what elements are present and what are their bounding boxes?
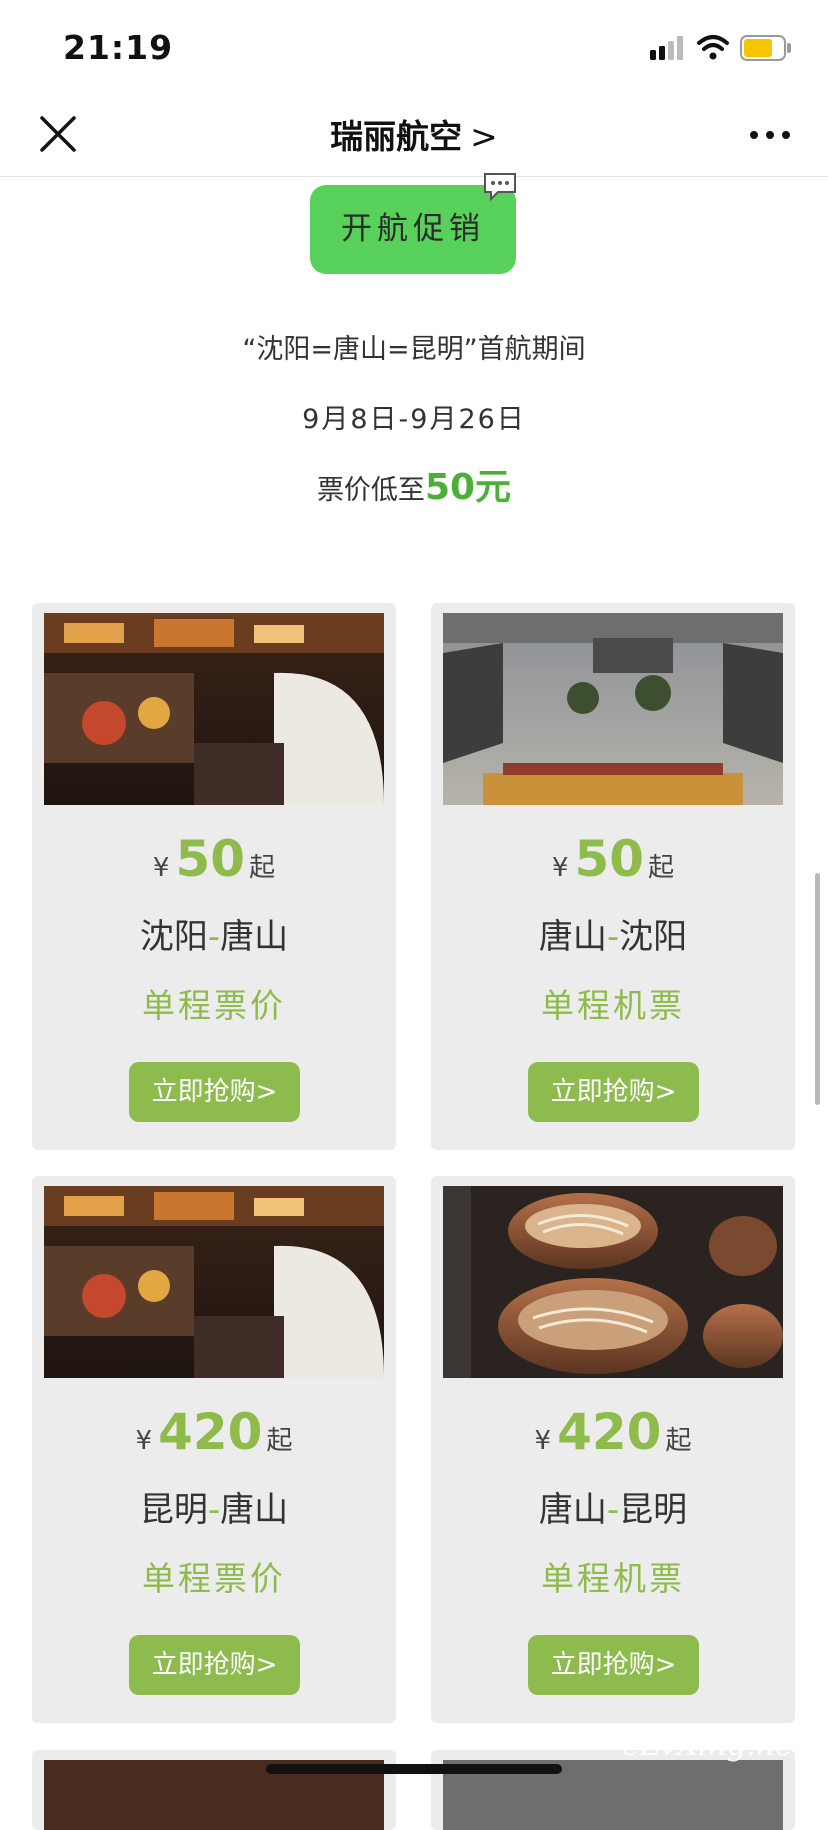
route-to: 唐山 xyxy=(220,917,289,957)
price-amount: 420 xyxy=(158,1403,263,1461)
route-label: 昆明-唐山 xyxy=(32,1482,396,1531)
ticket-type: 单程机票 xyxy=(541,1559,685,1598)
promo-route-line: “沈阳=唐山=昆明”首航期间 xyxy=(242,334,586,365)
route-label: 沈阳-唐山 xyxy=(32,909,396,958)
route-from: 昆明 xyxy=(139,1490,208,1530)
battery-icon xyxy=(740,35,791,61)
route-label: 唐山-沈阳 xyxy=(431,909,795,958)
buy-now-button[interactable]: 立即抢购> xyxy=(129,1062,300,1122)
ticket-type: 单程票价 xyxy=(142,1559,286,1598)
ticket-type: 单程票价 xyxy=(142,986,286,1025)
chat-bubble-icon xyxy=(484,173,516,202)
route-to: 昆明 xyxy=(619,1490,688,1530)
route-dash: - xyxy=(207,917,221,957)
currency-symbol: ¥ xyxy=(152,853,170,883)
cellular-signal-icon xyxy=(650,36,683,60)
promo-price-value: 50元 xyxy=(424,467,512,508)
watermark-text: eLvXing.net xyxy=(622,1728,805,1763)
price-suffix: 起 xyxy=(266,1426,293,1456)
route-from: 唐山 xyxy=(538,917,607,957)
more-options-icon[interactable] xyxy=(746,120,794,150)
price-amount: 420 xyxy=(557,1403,662,1461)
price-amount: 50 xyxy=(175,830,246,888)
temple-courtyard-photo xyxy=(443,613,783,805)
buy-now-button[interactable]: 立即抢购> xyxy=(528,1635,699,1695)
wifi-icon xyxy=(697,35,729,60)
scrollbar-thumb[interactable] xyxy=(815,873,820,1105)
page-title-text: 瑞丽航空 xyxy=(330,117,463,156)
flight-card: ¥50 起 沈阳-唐山 单程票价 立即抢购> xyxy=(32,603,396,1150)
buy-now-button[interactable]: 立即抢购> xyxy=(528,1062,699,1122)
route-dash: - xyxy=(606,917,620,957)
flight-card: ¥50 起 唐山-沈阳 单程机票 立即抢购> xyxy=(431,603,795,1150)
night-street-photo xyxy=(44,1186,384,1378)
price-suffix: 起 xyxy=(648,853,675,883)
route-dash: - xyxy=(606,1490,620,1530)
currency-symbol: ¥ xyxy=(551,853,569,883)
route-from: 沈阳 xyxy=(139,917,208,957)
noodle-bowls-photo xyxy=(443,1186,783,1378)
route-label: 唐山-昆明 xyxy=(431,1482,795,1531)
currency-symbol: ¥ xyxy=(135,1426,153,1456)
flight-card: ¥420 起 昆明-唐山 单程票价 立即抢购> xyxy=(32,1176,396,1723)
route-dash: - xyxy=(207,1490,221,1530)
night-street-photo xyxy=(44,613,384,805)
route-from: 唐山 xyxy=(538,1490,607,1530)
home-indicator[interactable] xyxy=(266,1764,562,1774)
chevron-right-icon: > xyxy=(470,117,498,156)
price-suffix: 起 xyxy=(249,853,276,883)
flight-card: ¥420 起 唐山-昆明 单程机票 立即抢购> xyxy=(431,1176,795,1723)
price-amount: 50 xyxy=(574,830,645,888)
buy-now-button[interactable]: 立即抢购> xyxy=(129,1635,300,1695)
promo-dates-line: 9月8日-9月26日 xyxy=(302,404,526,435)
price-suffix: 起 xyxy=(665,1426,692,1456)
price-row: ¥420 起 xyxy=(32,1403,396,1461)
nav-bar: 瑞丽航空 > xyxy=(0,100,828,177)
status-bar: 21:19 xyxy=(0,0,828,100)
route-to: 沈阳 xyxy=(619,917,688,957)
price-row: ¥420 起 xyxy=(431,1403,795,1461)
ticket-type: 单程机票 xyxy=(541,986,685,1025)
status-time: 21:19 xyxy=(63,28,174,67)
promo-price-line: 票价低至50元 xyxy=(0,458,828,510)
page-title[interactable]: 瑞丽航空 > xyxy=(0,110,828,158)
route-to: 唐山 xyxy=(220,1490,289,1530)
price-row: ¥50 起 xyxy=(32,830,396,888)
flight-card-partial xyxy=(32,1750,396,1830)
price-row: ¥50 起 xyxy=(431,830,795,888)
currency-symbol: ¥ xyxy=(534,1426,552,1456)
promo-price-prefix: 票价低至 xyxy=(316,475,425,506)
